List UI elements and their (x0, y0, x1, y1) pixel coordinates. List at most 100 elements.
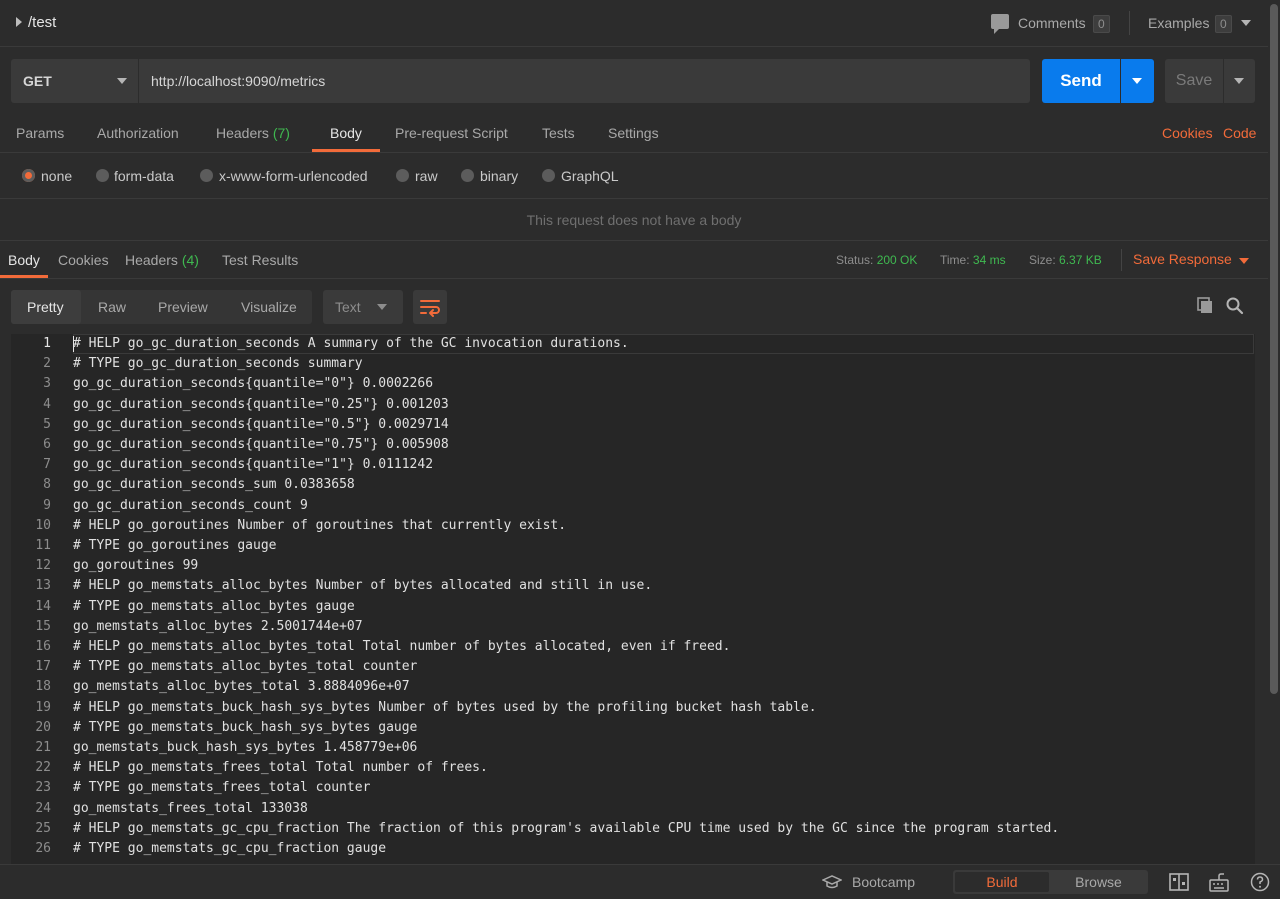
tab-tests[interactable]: Tests (542, 125, 575, 141)
browse-button[interactable]: Browse (1051, 872, 1146, 892)
code-line[interactable]: 3 go_gc_duration_seconds{quantile="0"} 0.… (11, 374, 433, 394)
radio-raw[interactable] (396, 169, 409, 182)
code-line[interactable]: 12 go_goroutines 99 (11, 556, 198, 576)
chevron-down-icon (377, 304, 387, 310)
scrollbar-thumb[interactable] (1270, 4, 1278, 694)
code-line[interactable]: 10 # HELP go_goroutines Number of gorouti… (11, 516, 566, 536)
tab-settings[interactable]: Settings (608, 125, 659, 141)
help-icon[interactable] (1250, 872, 1270, 892)
radio-urlencoded-label[interactable]: x-www-form-urlencoded (219, 168, 368, 184)
expand-caret-icon[interactable] (16, 17, 22, 27)
tab-prerequest-script[interactable]: Pre-request Script (395, 125, 508, 141)
tab-authorization[interactable]: Authorization (97, 125, 179, 141)
code-line[interactable]: 2 # TYPE go_gc_duration_seconds summary (11, 354, 362, 374)
send-button[interactable]: Send (1042, 59, 1120, 103)
examples-button[interactable]: Examples (1148, 15, 1209, 31)
save-response-button[interactable]: Save Response (1133, 251, 1232, 267)
code-line[interactable]: 24 go_memstats_frees_total 133038 (11, 799, 307, 819)
response-tab-headers[interactable]: Headers (4) (125, 252, 199, 268)
tab-body[interactable]: Body (330, 125, 362, 141)
bootcamp-button[interactable]: Bootcamp (852, 874, 915, 890)
code-line[interactable]: 4 go_gc_duration_seconds{quantile="0.25"}… (11, 395, 449, 415)
view-raw[interactable]: Raw (98, 299, 126, 315)
code-line[interactable]: 16 # HELP go_memstats_alloc_bytes_total T… (11, 637, 730, 657)
tab-headers[interactable]: Headers (7) (216, 125, 290, 141)
code-line[interactable]: 13 # HELP go_memstats_alloc_bytes Number … (11, 576, 652, 596)
url-input[interactable]: http://localhost:9090/metrics (139, 59, 1030, 103)
code-line[interactable]: 22 # HELP go_memstats_frees_total Total n… (11, 758, 487, 778)
bootcamp-icon[interactable] (821, 875, 843, 889)
code-line-text: go_memstats_frees_total 133038 (73, 800, 308, 816)
radio-none-label[interactable]: none (41, 168, 72, 184)
status-meta: Status: 200 OK (836, 253, 917, 267)
code-line[interactable]: 9 go_gc_duration_seconds_count 9 (11, 496, 308, 516)
radio-graphql-label[interactable]: GraphQL (561, 168, 619, 184)
radio-raw-label[interactable]: raw (415, 168, 438, 184)
send-options-button[interactable] (1121, 59, 1154, 103)
code-line[interactable]: 6 go_gc_duration_seconds{quantile="0.75"}… (11, 435, 449, 455)
code-line-text: # HELP go_memstats_alloc_bytes_total Tot… (73, 639, 731, 654)
view-pretty[interactable]: Pretty (27, 299, 64, 315)
status-value[interactable]: 200 OK (877, 253, 918, 267)
code-line[interactable]: 18 go_memstats_alloc_bytes_total 3.888409… (11, 677, 409, 697)
editor-scrollbar[interactable] (1239, 336, 1253, 863)
code-line[interactable]: 11 # TYPE go_goroutines gauge (11, 536, 276, 556)
response-body-editor[interactable]: 1 # HELP go_gc_duration_seconds A summary… (11, 334, 1255, 864)
code-line[interactable]: 23 # TYPE go_memstats_frees_total counter (11, 778, 370, 798)
line-number: 22 (35, 760, 51, 776)
response-tab-cookies[interactable]: Cookies (58, 252, 109, 268)
radio-binary-label[interactable]: binary (480, 168, 518, 184)
code-line[interactable]: 20 # TYPE go_memstats_buck_hash_sys_bytes… (11, 718, 417, 738)
view-visualize[interactable]: Visualize (241, 299, 297, 315)
code-line-text: # HELP go_memstats_frees_total Total num… (73, 760, 488, 776)
wrap-lines-button[interactable] (413, 290, 447, 324)
code-line[interactable]: 8 go_gc_duration_seconds_sum 0.0383658 (11, 475, 355, 495)
code-line[interactable]: 7 go_gc_duration_seconds{quantile="1"} 0.… (11, 455, 433, 475)
build-button[interactable]: Build (955, 872, 1049, 892)
size-label: Size: (1029, 253, 1056, 267)
radio-none[interactable] (22, 169, 35, 182)
code-line[interactable]: 19 # HELP go_memstats_buck_hash_sys_bytes… (11, 698, 816, 718)
save-options-button[interactable] (1224, 59, 1255, 103)
divider (1129, 11, 1130, 35)
code-line[interactable]: 14 # TYPE go_memstats_alloc_bytes gauge (11, 597, 354, 617)
radio-form-data[interactable] (96, 169, 109, 182)
radio-graphql[interactable] (542, 169, 555, 182)
code-line[interactable]: 17 # TYPE go_memstats_alloc_bytes_total c… (11, 657, 417, 677)
code-line[interactable]: 1 # HELP go_gc_duration_seconds A summary… (11, 334, 629, 354)
cookies-link[interactable]: Cookies (1162, 125, 1213, 141)
radio-form-data-label[interactable]: form-data (114, 168, 174, 184)
status-label: Status: (836, 253, 874, 267)
keyboard-shortcuts-icon[interactable] (1209, 872, 1229, 892)
copy-icon[interactable] (1196, 296, 1216, 316)
code-line-text: # TYPE go_gc_duration_seconds summary (73, 356, 363, 372)
save-response-dropdown-icon[interactable] (1239, 258, 1249, 264)
format-select[interactable]: Text (323, 290, 403, 324)
tab-params[interactable]: Params (16, 125, 64, 141)
method-select[interactable]: GET (11, 59, 138, 103)
window-scrollbar[interactable] (1268, 0, 1280, 865)
view-preview[interactable]: Preview (158, 299, 208, 315)
code-line[interactable]: 5 go_gc_duration_seconds{quantile="0.5"} … (11, 415, 449, 435)
line-number: 8 (43, 477, 51, 493)
request-title[interactable]: /test (28, 14, 56, 31)
two-pane-view-icon[interactable] (1169, 873, 1189, 891)
radio-urlencoded[interactable] (200, 169, 213, 182)
response-tab-test-results[interactable]: Test Results (222, 252, 298, 268)
line-number: 2 (43, 356, 51, 372)
examples-dropdown-icon[interactable] (1241, 20, 1251, 26)
comments-icon[interactable] (991, 14, 1009, 34)
size-value[interactable]: 6.37 KB (1059, 253, 1102, 267)
response-tab-body[interactable]: Body (8, 252, 40, 268)
save-button[interactable]: Save (1165, 59, 1223, 103)
code-line[interactable]: 21 go_memstats_buck_hash_sys_bytes 1.4587… (11, 738, 417, 758)
time-value[interactable]: 34 ms (973, 253, 1006, 267)
radio-binary[interactable] (461, 169, 474, 182)
code-line[interactable]: 26 # TYPE go_memstats_gc_cpu_fraction gau… (11, 839, 386, 859)
line-number: 11 (35, 538, 51, 553)
code-line[interactable]: 25 # HELP go_memstats_gc_cpu_fraction The… (11, 819, 1059, 839)
code-link[interactable]: Code (1223, 125, 1256, 141)
code-line[interactable]: 15 go_memstats_alloc_bytes 2.5001744e+07 (11, 617, 362, 637)
search-icon[interactable] (1225, 296, 1245, 316)
comments-button[interactable]: Comments (1018, 15, 1086, 31)
